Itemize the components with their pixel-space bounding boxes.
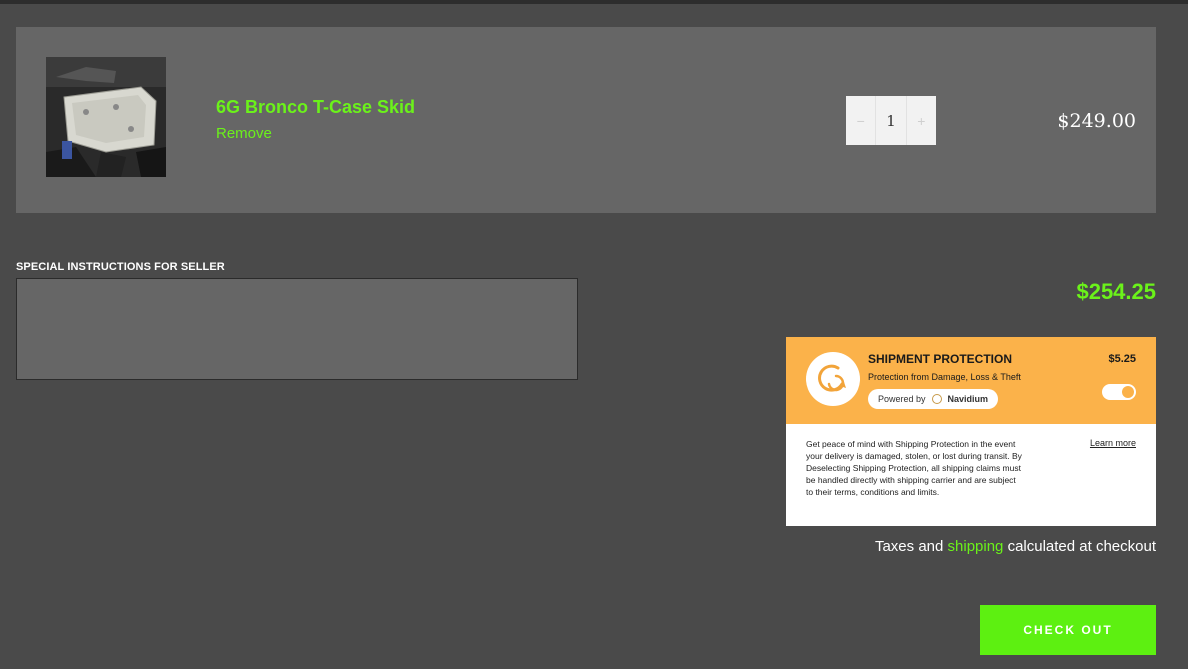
top-bar xyxy=(0,0,1188,4)
product-title[interactable]: 6G Bronco T-Case Skid xyxy=(216,97,415,118)
remove-link[interactable]: Remove xyxy=(216,125,272,142)
cart-subtotal: $254.25 xyxy=(1076,279,1156,304)
shipment-protection-description: Get peace of mind with Shipping Protecti… xyxy=(806,439,1022,497)
shipment-protection-header: SHIPMENT PROTECTION Protection from Dama… xyxy=(786,337,1156,424)
qty-plus-button[interactable]: + xyxy=(907,96,936,145)
tax-shipping-note: Taxes and shipping calculated at checkou… xyxy=(875,538,1156,555)
skid-plate-photo-icon xyxy=(46,57,166,177)
cart-item-row: 6G Bronco T-Case Skid Remove − 1 + $249.… xyxy=(16,27,1156,213)
shipment-protection-price: $5.25 xyxy=(1108,353,1136,365)
line-price: $249.00 xyxy=(1057,110,1136,132)
quantity-stepper: − 1 + xyxy=(846,96,936,145)
qty-minus-button[interactable]: − xyxy=(846,96,875,145)
shipping-link[interactable]: shipping xyxy=(948,538,1004,555)
powered-by-label: Powered by xyxy=(878,394,926,404)
qty-value[interactable]: 1 xyxy=(875,96,907,145)
protection-cycle-icon xyxy=(818,364,846,392)
brand-name: Navidium xyxy=(947,394,989,404)
tax-note-after: calculated at checkout xyxy=(1003,538,1156,555)
navidium-logo-icon xyxy=(931,394,942,404)
shipment-protection-title: SHIPMENT PROTECTION xyxy=(868,352,1013,366)
instructions-label: SPECIAL INSTRUCTIONS FOR SELLER xyxy=(16,261,225,273)
shipment-protection-body: Get peace of mind with Shipping Protecti… xyxy=(786,424,1156,526)
powered-by-badge: Powered by Navidium xyxy=(868,389,999,409)
instructions-textarea[interactable] xyxy=(16,278,578,380)
learn-more-link[interactable]: Learn more xyxy=(1090,438,1136,448)
checkout-button[interactable]: CHECK OUT xyxy=(980,605,1156,655)
product-image[interactable] xyxy=(46,57,166,177)
shipment-protection-toggle[interactable] xyxy=(1102,384,1136,400)
toggle-knob xyxy=(1122,386,1134,398)
tax-note-before: Taxes and xyxy=(874,538,948,555)
shipment-protection-logo xyxy=(806,352,860,406)
shipment-protection-card: SHIPMENT PROTECTION Protection from Dama… xyxy=(786,337,1156,526)
shipment-protection-subtitle: Protection from Damage, Loss & Theft xyxy=(868,372,1021,382)
